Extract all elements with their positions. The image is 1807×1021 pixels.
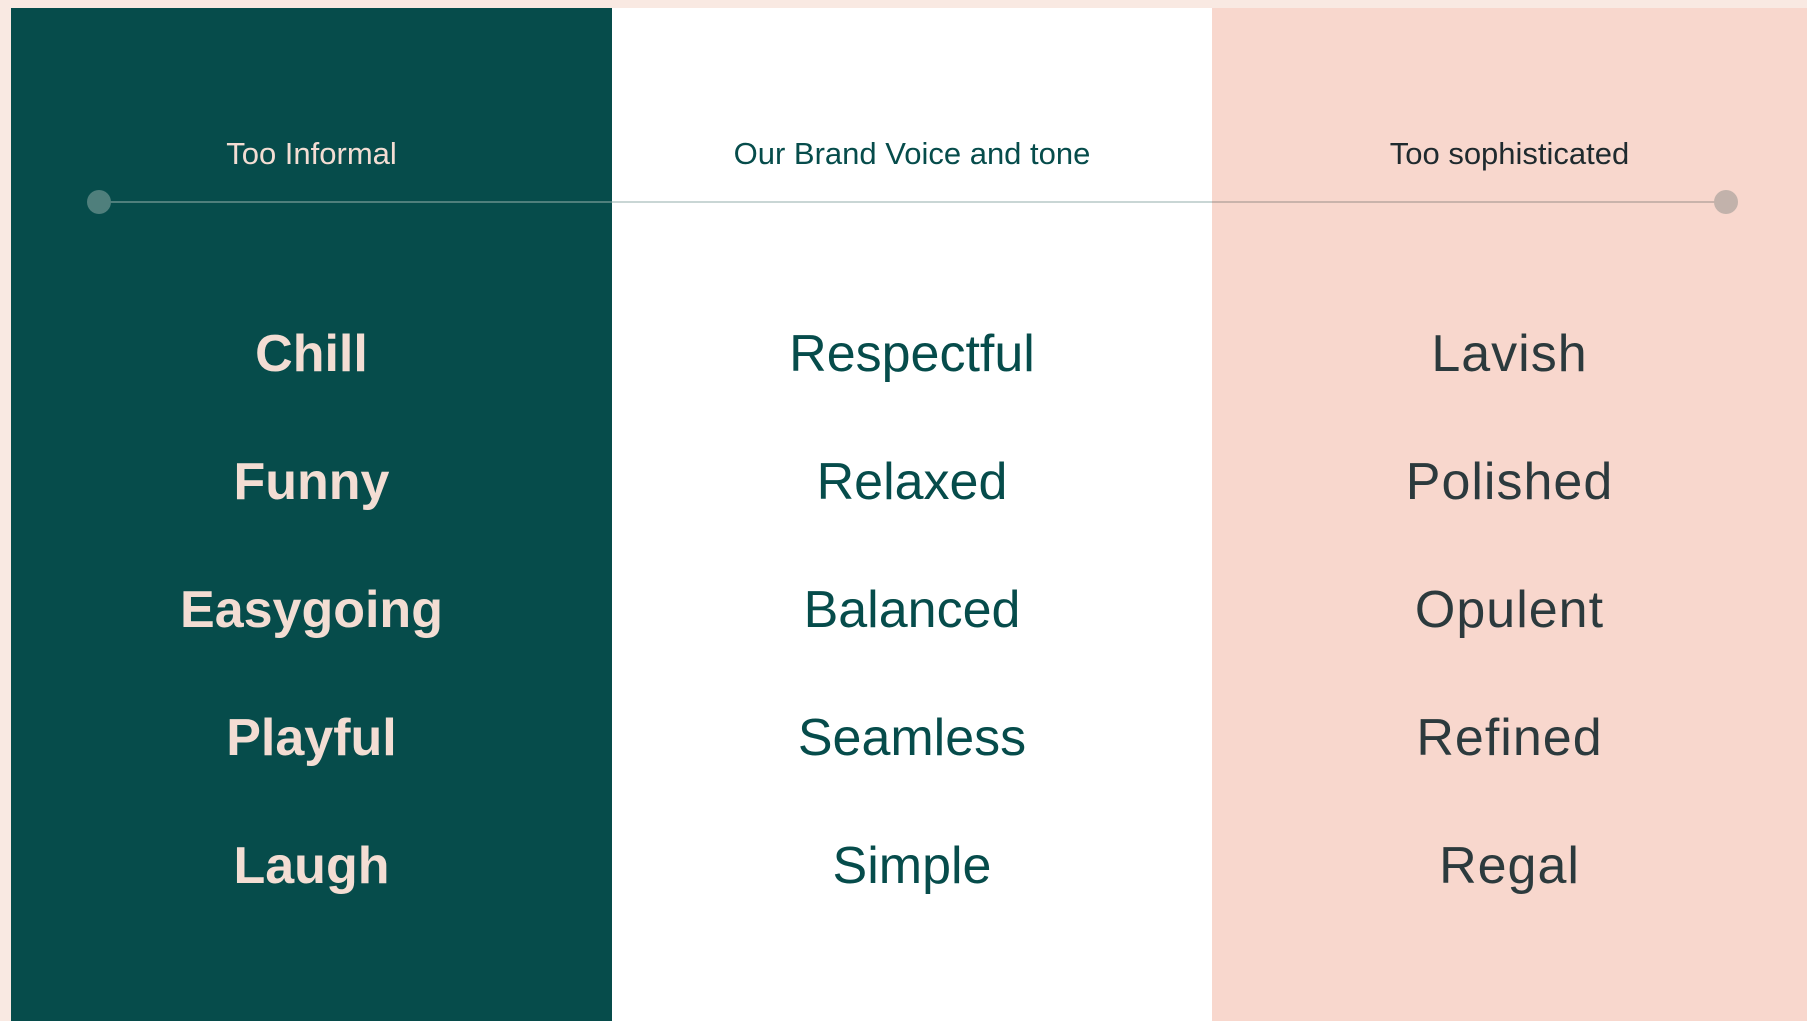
word-chill: Chill — [255, 325, 368, 383]
word-funny: Funny — [233, 453, 390, 511]
column-header-brand-voice: Our Brand Voice and tone — [733, 136, 1091, 171]
word-respectful: Respectful — [789, 325, 1035, 383]
spectrum-line-brand-segment — [612, 201, 1212, 203]
word-simple: Simple — [832, 837, 992, 895]
word-seamless: Seamless — [797, 709, 1027, 767]
column-header-too-sophisticated: Too sophisticated — [1389, 136, 1630, 171]
spectrum-line-sophisticated-segment — [1212, 201, 1727, 203]
column-too-informal: Too Informal Chill Funny Easygoing Playf… — [11, 8, 612, 1021]
spectrum-end-dot — [1714, 190, 1738, 214]
word-playful: Playful — [226, 709, 397, 767]
word-balanced: Balanced — [803, 581, 1021, 639]
column-header-too-informal: Too Informal — [226, 136, 397, 171]
word-opulent: Opulent — [1414, 581, 1605, 639]
brand-voice-slide: Too Informal Chill Funny Easygoing Playf… — [11, 8, 1807, 1021]
spectrum-start-dot — [87, 190, 111, 214]
word-laugh: Laugh — [233, 837, 390, 895]
column-too-sophisticated: Too sophisticated Lavish Polished Opulen… — [1212, 8, 1807, 1021]
column-brand-voice: Our Brand Voice and tone Respectful Rela… — [612, 8, 1212, 1021]
word-lavish: Lavish — [1431, 325, 1588, 383]
word-refined: Refined — [1416, 709, 1603, 767]
word-relaxed: Relaxed — [816, 453, 1008, 511]
word-easygoing: Easygoing — [180, 581, 443, 639]
spectrum-line-informal-segment — [99, 201, 612, 203]
word-polished: Polished — [1405, 453, 1614, 511]
word-regal: Regal — [1439, 837, 1580, 895]
